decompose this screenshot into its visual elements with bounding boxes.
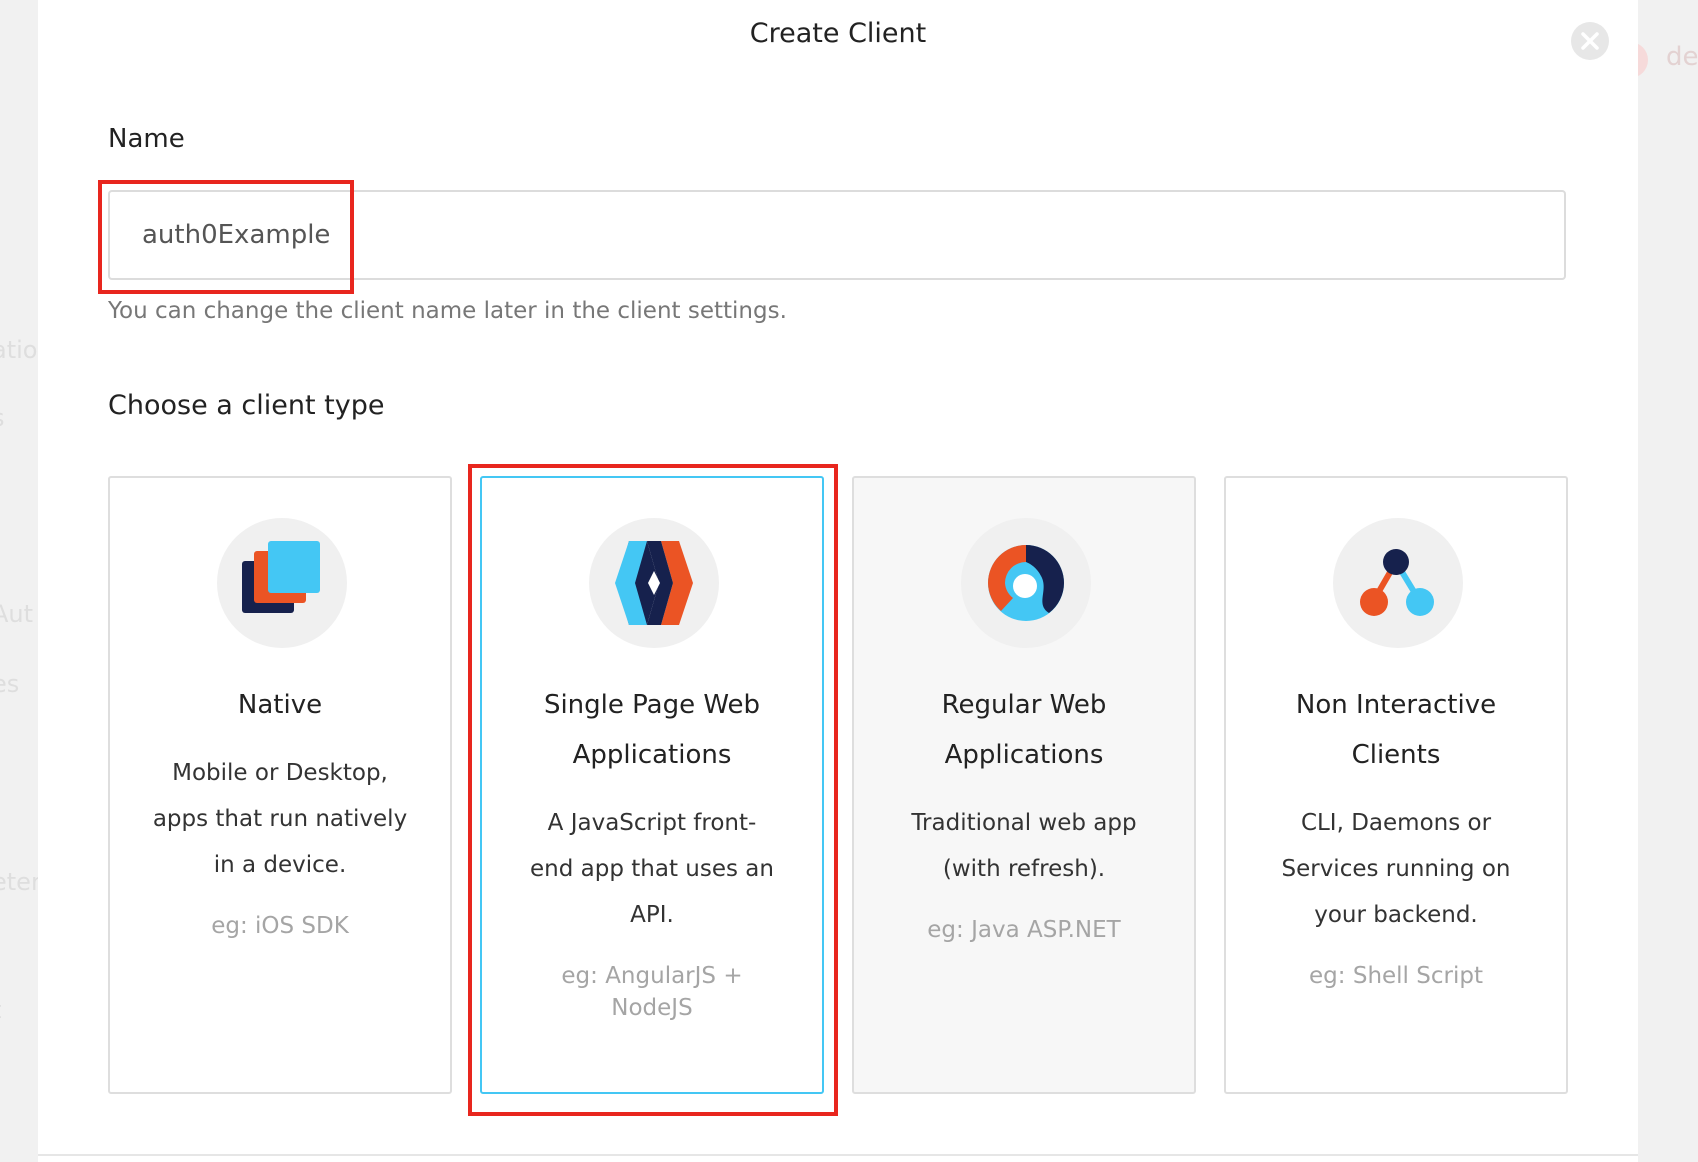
name-label: Name (108, 124, 185, 154)
background-text: es (0, 670, 20, 698)
client-type-card-native[interactable]: Native Mobile or Desktop, apps that run … (108, 476, 452, 1094)
regular-web-ring-icon (961, 518, 1091, 648)
card-example: eg: Shell Script (1309, 963, 1483, 989)
client-type-card-spa[interactable]: Single Page Web Applications A JavaScrip… (480, 476, 824, 1094)
card-description: CLI, Daemons or (1300, 810, 1492, 836)
background-text: atio (0, 336, 38, 364)
background-text: t (0, 996, 1, 1024)
card-title: Clients (1351, 740, 1441, 770)
card-description: in a device. (213, 852, 347, 878)
card-description: Mobile or Desktop, (172, 760, 388, 786)
background-text: de (1666, 42, 1698, 72)
card-example: eg: AngularJS + (561, 963, 743, 989)
card-title: Applications (944, 740, 1104, 770)
card-description: Services running on (1281, 856, 1511, 882)
close-button[interactable] (1571, 22, 1609, 60)
card-example: NodeJS (611, 995, 693, 1021)
background-sidebar: atio s Aut es eter t (0, 0, 38, 1162)
card-example: eg: iOS SDK (211, 913, 349, 939)
create-client-modal: Create Client Name You can change the cl… (38, 0, 1638, 1162)
card-example: eg: Java ASP.NET (927, 917, 1121, 943)
modal-title: Create Client (749, 18, 927, 49)
card-description: your backend. (1314, 902, 1478, 928)
non-interactive-nodes-icon (1333, 518, 1463, 648)
card-title: Non Interactive (1295, 690, 1497, 720)
modal-footer-divider (38, 1154, 1638, 1156)
card-description: A JavaScript front- (547, 810, 757, 836)
card-description: API. (630, 902, 674, 928)
background-text: Aut (0, 600, 34, 628)
name-hint: You can change the client name later in … (108, 298, 787, 324)
card-description: Traditional web app (911, 810, 1137, 836)
client-type-card-regular-web[interactable]: Regular Web Applications Traditional web… (852, 476, 1196, 1094)
client-type-card-non-interactive[interactable]: Non Interactive Clients CLI, Daemons or … (1224, 476, 1568, 1094)
native-stacked-squares-icon (217, 518, 347, 648)
card-description: apps that run natively (152, 806, 408, 832)
card-title: Applications (572, 740, 732, 770)
card-title: Native (237, 690, 323, 720)
close-x-icon (1580, 31, 1600, 51)
card-description: end app that uses an (530, 856, 774, 882)
card-title: Single Page Web (543, 690, 761, 720)
background-header-area (1638, 0, 1698, 1162)
card-title: Regular Web (941, 690, 1107, 720)
spa-diamond-icon (589, 518, 719, 648)
client-name-input[interactable] (108, 190, 1566, 280)
background-text: s (0, 404, 5, 432)
client-type-label: Choose a client type (108, 390, 385, 421)
card-description: (with refresh). (942, 856, 1106, 882)
background-text: eter (0, 868, 38, 896)
